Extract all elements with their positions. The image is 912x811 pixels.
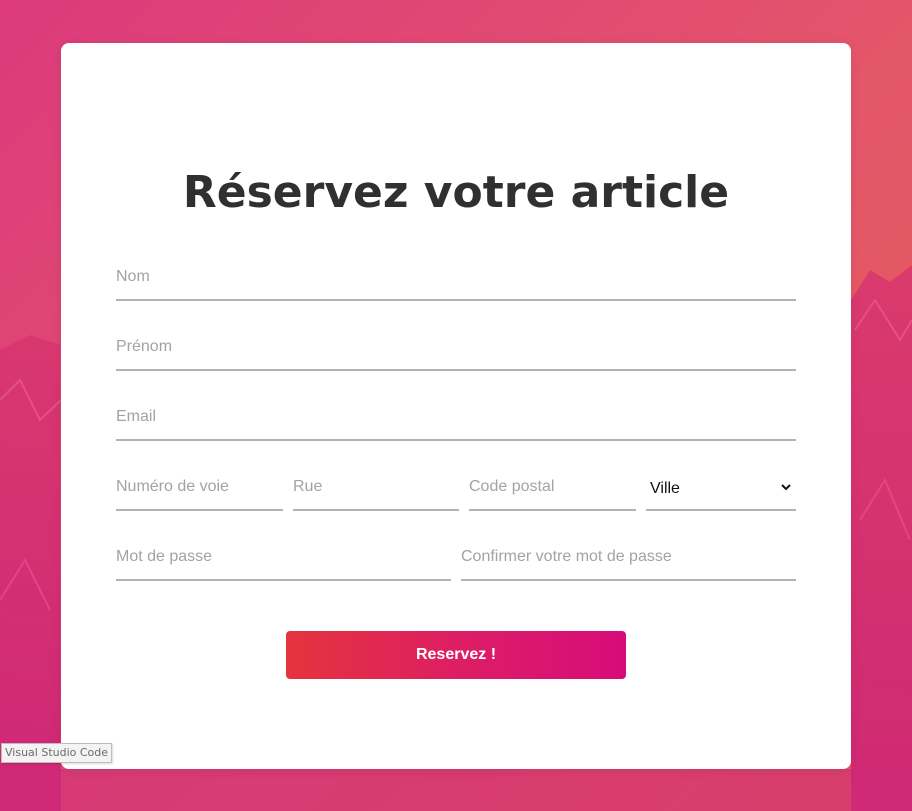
vscode-tooltip: Visual Studio Code — [1, 743, 113, 763]
prenom-input[interactable] — [116, 325, 796, 371]
reservation-card: Réservez votre article Ville Reservez ! — [61, 43, 851, 769]
numero-voie-input[interactable] — [116, 465, 283, 511]
confirmer-mot-de-passe-input[interactable] — [461, 535, 796, 581]
mot-de-passe-input[interactable] — [116, 535, 451, 581]
rue-input[interactable] — [293, 465, 459, 511]
page-title: Réservez votre article — [182, 167, 730, 218]
email-input[interactable] — [116, 395, 796, 441]
chevron-down-icon — [781, 484, 791, 491]
reserve-button[interactable]: Reservez ! — [286, 631, 626, 679]
code-postal-input[interactable] — [469, 465, 636, 511]
ville-select[interactable]: Ville — [646, 465, 796, 511]
ville-select-value: Ville — [650, 480, 680, 497]
nom-input[interactable] — [116, 255, 796, 301]
